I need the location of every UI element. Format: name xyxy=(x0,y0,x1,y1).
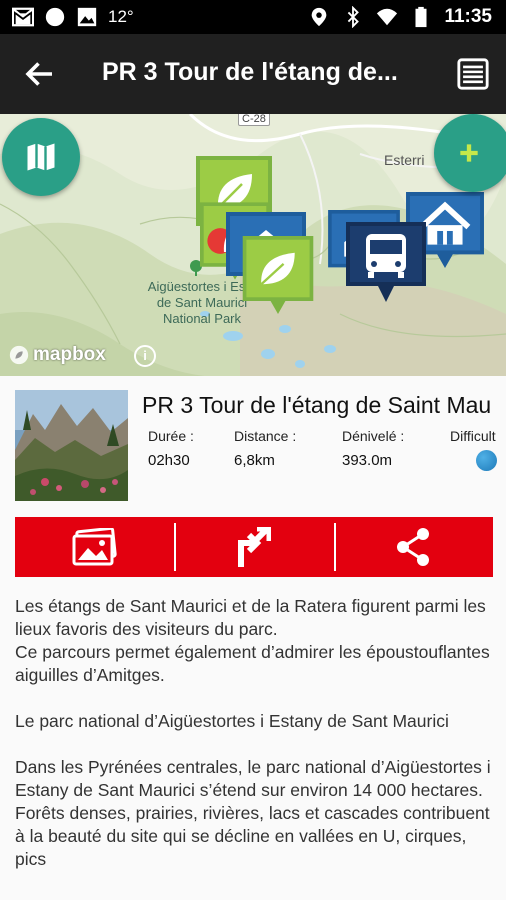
stat-difficulty: Difficult xyxy=(450,428,497,471)
map-icon xyxy=(27,143,55,171)
mountain-photo xyxy=(15,390,128,501)
bluetooth-icon xyxy=(348,6,360,28)
mapbox-mark-icon xyxy=(9,345,29,365)
trail-stats: Durée : 02h30 Distance : 6,8km Dénivelé … xyxy=(148,428,506,478)
location-icon xyxy=(312,7,327,27)
town-label: Esterri xyxy=(384,152,425,168)
add-button[interactable] xyxy=(434,114,506,192)
difficulty-indicator xyxy=(476,450,497,471)
image-notification-icon xyxy=(77,7,97,27)
status-bar: 12° 11:35 xyxy=(0,0,506,34)
directions-button[interactable] xyxy=(174,517,333,577)
trail-map[interactable]: C-28 Esterri Aigüestortes i Esta de Sant… xyxy=(0,114,506,376)
share-icon xyxy=(397,528,430,566)
page-title: PR 3 Tour de l'étang de... xyxy=(102,58,398,86)
description-paragraph: Le parc national d’Aigüestortes i Estany… xyxy=(15,711,449,731)
mapbox-logo: mapbox xyxy=(8,344,106,366)
wifi-icon xyxy=(377,8,398,26)
description-paragraph: Les étangs de Sant Maurici et de la Rate… xyxy=(15,596,490,685)
back-arrow-icon[interactable] xyxy=(22,56,58,92)
circle-notification-icon xyxy=(45,7,65,27)
clock: 11:35 xyxy=(444,6,492,27)
bus-marker-icon[interactable] xyxy=(346,222,426,302)
battery-icon xyxy=(415,6,427,28)
leaf-marker-icon[interactable] xyxy=(238,236,318,314)
stat-distance: Distance : 6,8km xyxy=(234,428,297,469)
stat-elevation: Dénivelé : 393.0m xyxy=(342,428,405,469)
action-bar xyxy=(15,517,493,577)
gmail-icon xyxy=(12,7,34,27)
temperature: 12° xyxy=(108,7,134,26)
trail-thumbnail[interactable] xyxy=(15,390,128,501)
info-icon[interactable]: i xyxy=(134,345,156,367)
description-paragraph: Dans les Pyrénées centrales, le parc nat… xyxy=(15,757,491,869)
stat-duration: Durée : 02h30 xyxy=(148,428,194,469)
trail-title: PR 3 Tour de l'étang de Saint Mau xyxy=(142,392,492,418)
directions-icon xyxy=(237,527,271,567)
app-bar: PR 3 Tour de l'étang de... xyxy=(0,34,506,114)
share-button[interactable] xyxy=(333,517,493,577)
list-icon[interactable] xyxy=(456,56,490,92)
plus-icon xyxy=(460,144,478,162)
gallery-icon xyxy=(72,528,117,566)
trail-description: Les étangs de Sant Maurici et de la Rate… xyxy=(15,595,495,894)
road-label: C-28 xyxy=(238,114,270,126)
map-layers-button[interactable] xyxy=(2,118,80,196)
gallery-button[interactable] xyxy=(15,517,174,577)
